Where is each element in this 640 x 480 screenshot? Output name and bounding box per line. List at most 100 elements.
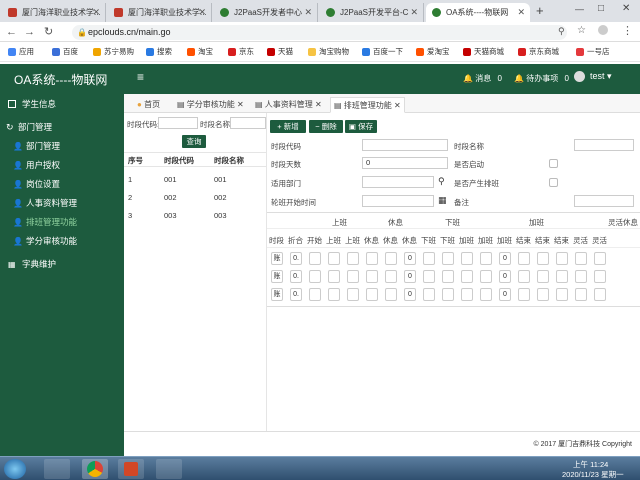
grid-time-input[interactable] [309, 270, 321, 283]
grid-fold-input[interactable]: 0. [290, 270, 302, 283]
grid-time-input[interactable] [385, 288, 397, 301]
add-button[interactable]: + 新增 [270, 120, 306, 133]
close-tab-icon[interactable]: ✕ [237, 100, 244, 109]
grid-time-input[interactable] [423, 288, 435, 301]
bookmark-item[interactable]: 一号店 [576, 42, 610, 62]
minimize-icon[interactable]: — [575, 4, 584, 14]
bookmark-item[interactable]: 京东 [228, 42, 254, 62]
url-field[interactable]: 🔒 epclouds.cn/main.go [72, 25, 567, 40]
grid-time-input[interactable] [461, 288, 473, 301]
tab-hr[interactable]: ▤ 人事资料管理 ✕ [252, 97, 325, 113]
grid-rest-input[interactable]: 0 [404, 252, 416, 265]
grid-time-input[interactable] [366, 270, 378, 283]
grid-time-input[interactable] [461, 270, 473, 283]
grid-time-input[interactable] [575, 288, 587, 301]
grid-overtime-input[interactable]: 0 [499, 270, 511, 283]
tab-shift[interactable]: ▤ 排班管理功能 ✕ [330, 97, 405, 113]
todo-link[interactable]: 🔔 待办事项 0 [514, 73, 569, 84]
bookmark-item[interactable]: 天猫 [267, 42, 293, 62]
close-tab-icon[interactable]: ✕ [198, 3, 206, 22]
grid-time-input[interactable] [480, 288, 492, 301]
grid-time-input[interactable] [347, 288, 359, 301]
grid-time-input[interactable] [537, 252, 549, 265]
bookmark-item[interactable]: 淘宝 [187, 42, 213, 62]
grid-time-input[interactable] [328, 288, 340, 301]
browser-tab[interactable]: 厦门海洋职业技术学... ✕ [2, 3, 106, 22]
grid-time-input[interactable] [385, 252, 397, 265]
grid-time-input[interactable] [347, 252, 359, 265]
messages-link[interactable]: 🔔 消息 0 [463, 73, 502, 84]
grid-time-input[interactable] [423, 252, 435, 265]
browser-menu-icon[interactable]: ⋮ [622, 24, 633, 37]
grid-prefix-cell[interactable]: 账 [271, 288, 283, 301]
grid-time-input[interactable] [594, 288, 606, 301]
grid-overtime-input[interactable]: 0 [499, 252, 511, 265]
menu-toggle-icon[interactable]: ≡ [137, 70, 144, 84]
grid-time-input[interactable] [480, 252, 492, 265]
enabled-checkbox[interactable] [549, 159, 558, 168]
table-row[interactable]: 3 003 003 [124, 206, 266, 224]
bookmark-item[interactable]: 淘宝购物 [308, 42, 349, 62]
grid-time-input[interactable] [518, 270, 530, 283]
taskbar-explorer-icon[interactable] [44, 459, 70, 479]
sidebar-item-student-info[interactable]: 学生信息 [0, 96, 124, 113]
browser-tab[interactable]: 厦门海洋职业技术学... ✕ [108, 3, 212, 22]
grid-prefix-cell[interactable]: 账 [271, 252, 283, 265]
grid-prefix-cell[interactable]: 账 [271, 270, 283, 283]
grid-time-input[interactable] [594, 270, 606, 283]
browser-tab[interactable]: J2PaaS开发平台-C ✕ [320, 3, 424, 22]
calendar-icon[interactable]: ▦ [438, 195, 447, 206]
bookmark-item[interactable]: 百度 [52, 42, 78, 62]
sidebar-item-dept-group[interactable]: ↻ 部门管理 [0, 119, 124, 136]
close-tab-icon[interactable]: ✕ [315, 100, 322, 109]
search-icon[interactable]: ⚲ [438, 176, 445, 187]
close-tab-icon[interactable]: ✕ [394, 101, 401, 110]
grid-time-input[interactable] [423, 270, 435, 283]
code-search-input[interactable] [158, 117, 198, 129]
grid-rest-input[interactable]: 0 [404, 270, 416, 283]
grid-time-input[interactable] [385, 270, 397, 283]
grid-overtime-input[interactable]: 0 [499, 288, 511, 301]
grid-time-input[interactable] [556, 288, 568, 301]
grid-fold-input[interactable]: 0. [290, 252, 302, 265]
back-icon[interactable]: ← [6, 25, 17, 39]
days-input[interactable]: 0 [362, 157, 448, 169]
grid-time-input[interactable] [556, 270, 568, 283]
grid-rest-input[interactable]: 0 [404, 288, 416, 301]
browser-tab-active[interactable]: OA系统----物联网 ✕ [426, 3, 530, 22]
name-search-input[interactable] [230, 117, 266, 129]
maximize-icon[interactable]: □ [598, 3, 604, 14]
forward-icon[interactable]: → [24, 25, 35, 39]
grid-time-input[interactable] [442, 270, 454, 283]
close-window-icon[interactable]: ✕ [622, 3, 630, 14]
grid-time-input[interactable] [366, 288, 378, 301]
table-row[interactable]: 2 002 002 [124, 188, 266, 206]
grid-time-input[interactable] [442, 252, 454, 265]
grid-time-input[interactable] [347, 270, 359, 283]
start-time-input[interactable] [362, 195, 434, 207]
reload-icon[interactable]: ↻ [44, 25, 53, 39]
grid-time-input[interactable] [518, 288, 530, 301]
tab-home[interactable]: ● 首页 [134, 97, 163, 113]
user-menu[interactable]: test ▾ [574, 71, 612, 82]
grid-time-input[interactable] [442, 288, 454, 301]
save-button[interactable]: ▣ 保存 [345, 120, 377, 133]
grid-time-input[interactable] [537, 270, 549, 283]
close-tab-icon[interactable]: ✕ [92, 3, 100, 22]
taskbar-paint-icon[interactable] [156, 459, 182, 479]
bookmark-item[interactable]: 苏宁易购 [93, 42, 134, 62]
delete-button[interactable]: − 删除 [309, 120, 343, 133]
grid-time-input[interactable] [594, 252, 606, 265]
code-input[interactable] [362, 139, 448, 151]
dept-input[interactable] [362, 176, 434, 188]
sidebar-item-hr[interactable]: 👤 人事资料管理 [0, 195, 124, 212]
new-tab-button[interactable]: + [536, 3, 544, 18]
grid-time-input[interactable] [309, 288, 321, 301]
grid-time-input[interactable] [309, 252, 321, 265]
remark-input[interactable] [574, 195, 634, 207]
grid-time-input[interactable] [575, 270, 587, 283]
close-tab-icon[interactable]: ✕ [517, 3, 525, 22]
auto-shift-checkbox[interactable] [549, 178, 558, 187]
sidebar-item-dictionary[interactable]: ▦ 字典维护 [0, 256, 124, 273]
start-button[interactable] [4, 459, 26, 479]
